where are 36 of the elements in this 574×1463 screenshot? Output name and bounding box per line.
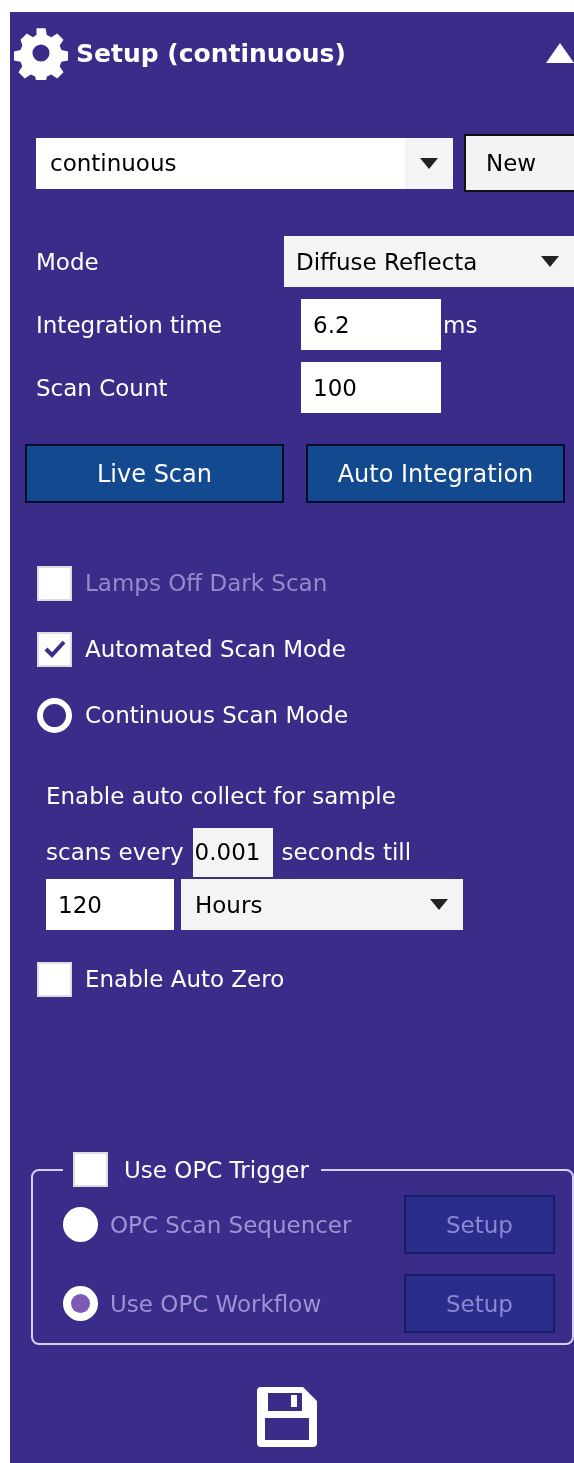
option-label: OPC Scan Sequencer <box>110 1211 353 1238</box>
auto-collect-text: seconds till <box>281 839 412 865</box>
option-label: Use OPC Workflow <box>110 1290 323 1317</box>
method-dropdown[interactable]: continuous <box>36 137 453 189</box>
unit-dropdown[interactable]: Hours <box>181 879 463 930</box>
duration-input[interactable]: 120 <box>46 879 174 930</box>
checkbox[interactable] <box>37 631 72 667</box>
group-label: Use OPC Trigger <box>124 1156 309 1183</box>
field-label: Scan Count <box>35 374 169 401</box>
dropdown-arrow-icon <box>430 899 448 910</box>
input-field[interactable]: 6.2 <box>301 299 441 350</box>
new-button[interactable]: New <box>464 134 574 192</box>
field-label: Mode <box>35 248 100 275</box>
collapse-caret-icon[interactable] <box>546 43 574 63</box>
option-label: Automated Scan Mode <box>85 636 346 662</box>
action-button[interactable]: Live Scan <box>25 444 284 503</box>
option-label: Enable Auto Zero <box>85 966 285 992</box>
save-icon[interactable] <box>257 1387 317 1447</box>
auto-collect-text: scans every <box>46 839 184 865</box>
option-label: Lamps Off Dark Scan <box>85 570 328 596</box>
input-field[interactable]: 100 <box>301 362 441 413</box>
checkbox[interactable] <box>73 1152 108 1187</box>
field-label: Integration time <box>35 311 223 338</box>
mode-dropdown[interactable]: Diffuse Reflecta <box>284 236 574 287</box>
dropdown-arrow-icon <box>541 256 559 267</box>
unit-label: ms <box>443 311 478 338</box>
section-title: Setup (continuous) <box>76 38 347 68</box>
dropdown-arrow-icon <box>420 157 438 169</box>
gear-icon <box>14 26 68 80</box>
option-label: Continuous Scan Mode <box>85 702 349 728</box>
checkmark-icon <box>43 640 66 658</box>
action-button[interactable]: Auto Integration <box>306 444 565 503</box>
interval-input[interactable]: 0.001 <box>192 827 273 877</box>
checkbox[interactable] <box>37 961 72 997</box>
radio-button[interactable] <box>37 697 72 733</box>
auto-collect-text: Enable auto collect for sample <box>46 783 396 809</box>
